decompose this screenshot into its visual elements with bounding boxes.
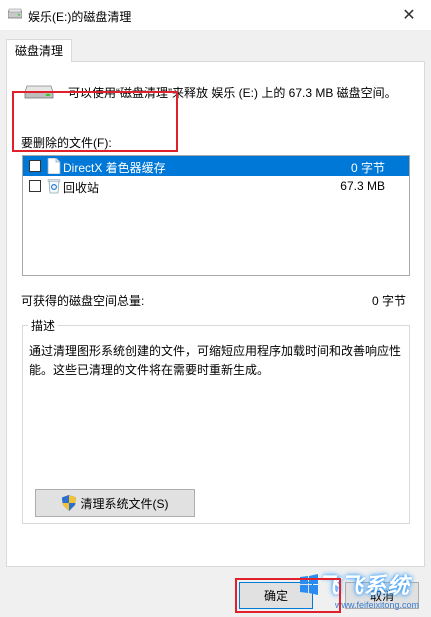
item-size: 0 字节	[350, 161, 385, 175]
description-text: 通过清理图形系统创建的文件，可缩短应用程序加载时间和改善响应性能。这些已清理的文…	[29, 344, 402, 377]
item-size: 67.3 MB	[340, 179, 385, 193]
item-name: 回收站	[63, 181, 100, 195]
tab-disk-cleanup[interactable]: 磁盘清理	[6, 39, 72, 62]
annotation-highlight-files	[12, 91, 178, 152]
uac-shield-icon	[61, 495, 76, 511]
list-item[interactable]: DirectX 着色器缓存 0 字节	[23, 156, 409, 176]
file-icon	[47, 158, 61, 174]
description-title: 描述	[28, 317, 59, 334]
tab-bar: 磁盘清理	[0, 30, 431, 62]
item-name: DirectX 着色器缓存	[63, 161, 166, 175]
checkbox[interactable]	[29, 180, 41, 192]
clean-system-files-label: 清理系统文件(S)	[80, 496, 169, 511]
close-button[interactable]: ✕	[387, 0, 431, 30]
close-icon: ✕	[402, 7, 416, 24]
checkbox[interactable]	[29, 160, 41, 172]
disk-cleanup-app-icon	[8, 8, 22, 19]
annotation-highlight-ok	[235, 578, 341, 613]
total-space-value: 0 字节	[371, 294, 406, 308]
list-item[interactable]: 回收站 67.3 MB	[23, 176, 409, 196]
recycle-bin-icon	[47, 179, 61, 194]
window-title: 娱乐(E:)的磁盘清理	[28, 10, 132, 24]
clean-system-files-button[interactable]: 清理系统文件(S)	[35, 489, 195, 517]
files-list[interactable]: DirectX 着色器缓存 0 字节 回收站 67.3 MB	[22, 155, 410, 276]
total-space-label: 可获得的磁盘空间总量:	[21, 294, 145, 308]
watermark-url: www.feifeixitong.com	[335, 600, 420, 610]
title-bar: 娱乐(E:)的磁盘清理 ✕	[0, 0, 431, 30]
